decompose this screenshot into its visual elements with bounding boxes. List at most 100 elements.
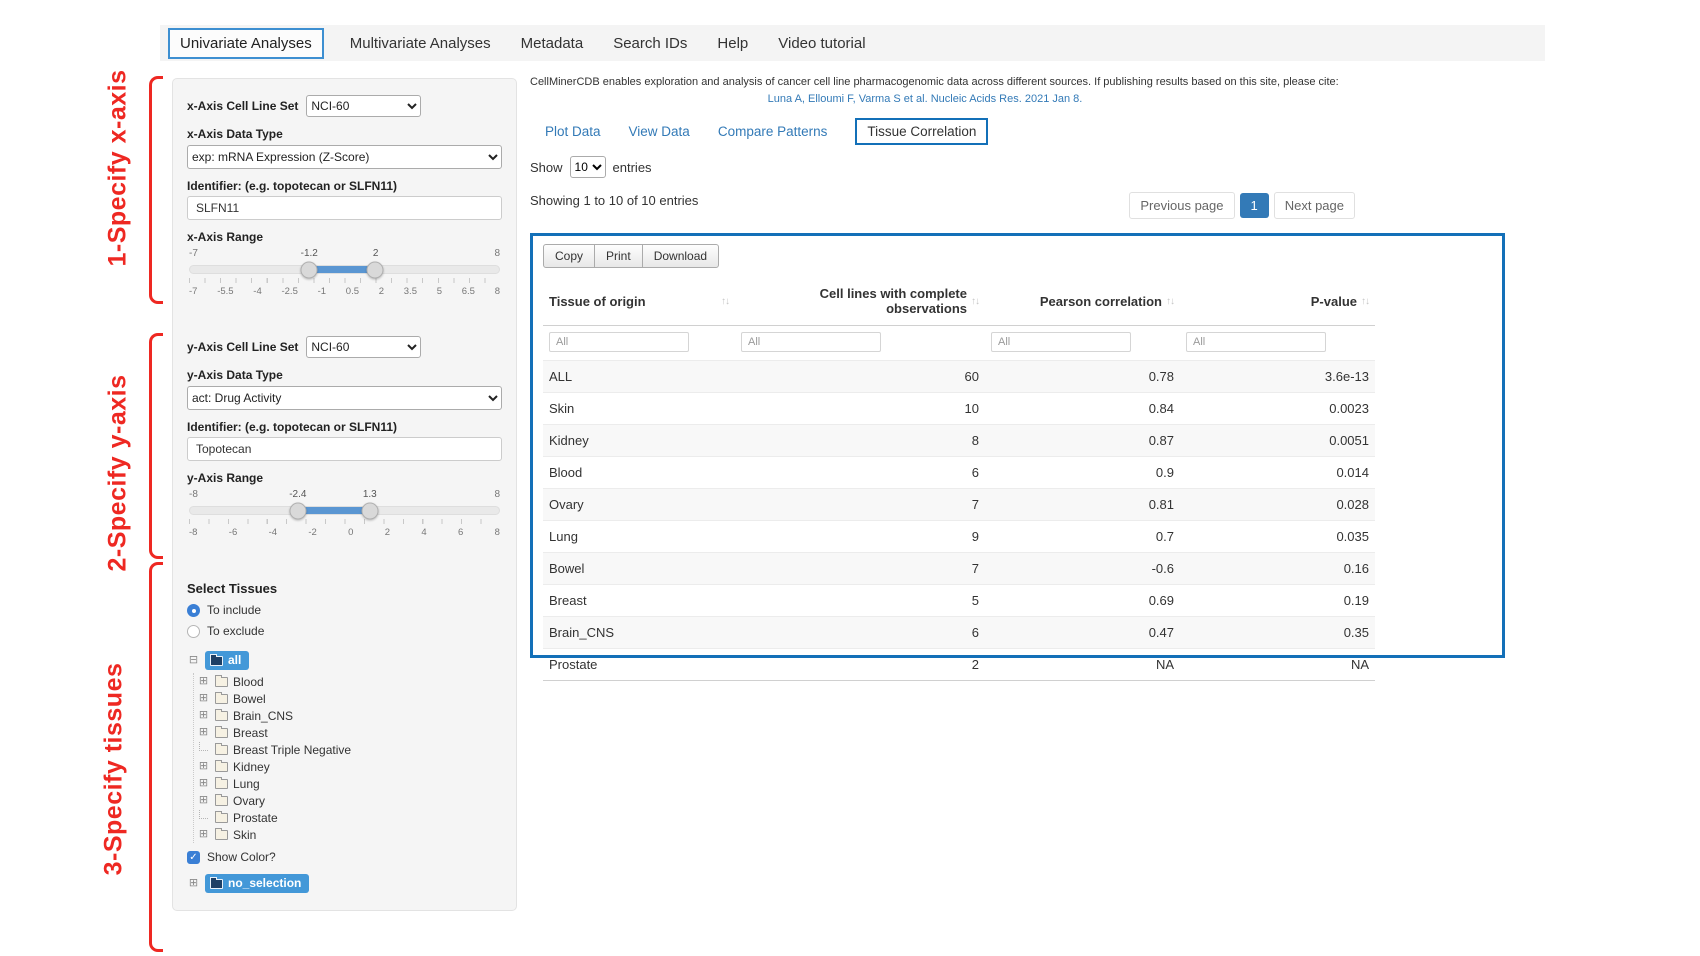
expand-icon[interactable]: ⊞ [197, 709, 210, 722]
nav-tab-metadata[interactable]: Metadata [517, 29, 588, 58]
y-range-slider[interactable]: -8 -2.4 1.3 8 -8-6-4-202468 [189, 489, 500, 553]
show-color-checkbox[interactable]: ✓ Show Color? [187, 850, 502, 864]
column-header-pearson-correlation[interactable]: Pearson correlation↑↓ [985, 277, 1180, 326]
slider-track[interactable] [189, 265, 500, 274]
column-filter-cell-lines-with-complete-observations[interactable] [741, 332, 881, 352]
column-header-tissue-of-origin[interactable]: Tissue of origin↑↓ [543, 277, 735, 326]
table-row-all[interactable]: ALL600.783.6e-13 [543, 361, 1375, 393]
tree-node-breast[interactable]: ⊞Breast [197, 724, 502, 741]
tab-tissue-correlation[interactable]: Tissue Correlation [855, 118, 988, 145]
tree-node-skin[interactable]: ⊞Skin [197, 826, 502, 843]
table-row-ovary[interactable]: Ovary70.810.028 [543, 489, 1375, 521]
y-data-type-select[interactable]: act: Drug Activity [187, 386, 502, 410]
nav-tab-help[interactable]: Help [713, 29, 752, 58]
cell-pearson: -0.6 [985, 553, 1180, 585]
citation-link[interactable]: Luna A, Elloumi F, Varma S et al. Nuclei… [530, 93, 1320, 105]
nav-tab-univariate-analyses[interactable]: Univariate Analyses [168, 28, 324, 59]
expand-icon[interactable]: ⊞ [197, 760, 210, 773]
collapse-icon[interactable]: ⊟ [187, 654, 200, 667]
cell-pearson: NA [985, 649, 1180, 681]
radio-to-include[interactable]: To include [187, 603, 502, 617]
select-tissues-title: Select Tissues [187, 581, 502, 596]
previous-page-button[interactable]: Previous page [1129, 192, 1234, 219]
cell-pearson: 0.84 [985, 393, 1180, 425]
folder-icon [215, 762, 228, 772]
slider-track[interactable] [189, 506, 500, 515]
expand-icon[interactable]: ⊞ [197, 726, 210, 739]
column-filter-tissue-of-origin[interactable] [549, 332, 689, 352]
nav-tab-search-ids[interactable]: Search IDs [609, 29, 691, 58]
expand-icon[interactable]: ⊞ [197, 828, 210, 841]
expand-icon[interactable]: ⊞ [197, 675, 210, 688]
tree-node-label: Prostate [233, 811, 278, 825]
table-row-kidney[interactable]: Kidney80.870.0051 [543, 425, 1375, 457]
slider-to-label: 1.3 [363, 489, 377, 500]
tree-node-lung[interactable]: ⊞Lung [197, 775, 502, 792]
next-page-button[interactable]: Next page [1274, 192, 1355, 219]
entries-count-select[interactable]: 10 [570, 156, 606, 178]
table-row-brain-cns[interactable]: Brain_CNS60.470.35 [543, 617, 1375, 649]
expand-icon[interactable]: ⊞ [187, 877, 200, 890]
table-row-skin[interactable]: Skin100.840.0023 [543, 393, 1375, 425]
tree-node-bowel[interactable]: ⊞Bowel [197, 690, 502, 707]
tick-label: 2 [379, 286, 384, 297]
sort-icon[interactable]: ↑↓ [721, 296, 729, 307]
x-identifier-input[interactable] [187, 196, 502, 220]
column-filter-p-value[interactable] [1186, 332, 1326, 352]
cell-p_value: 0.0023 [1180, 393, 1375, 425]
tree-node-no-selection[interactable]: ⊞ no_selection [187, 873, 502, 894]
sort-icon[interactable]: ↑↓ [971, 296, 979, 307]
folder-icon [210, 656, 223, 666]
y-identifier-label: Identifier: (e.g. topotecan or SLFN11) [187, 420, 502, 434]
column-filter-pearson-correlation[interactable] [991, 332, 1131, 352]
x-data-type-select[interactable]: exp: mRNA Expression (Z-Score) [187, 145, 502, 169]
radio-to-exclude[interactable]: To exclude [187, 624, 502, 638]
tick-label: 0.5 [346, 286, 359, 297]
tissue-tree: ⊟ all ⊞Blood⊞Bowel⊞Brain_CNS⊞BreastBreas… [187, 650, 502, 843]
table-row-blood[interactable]: Blood60.90.014 [543, 457, 1375, 489]
tick-label: -4 [253, 286, 261, 297]
table-row-breast[interactable]: Breast50.690.19 [543, 585, 1375, 617]
tree-node-blood[interactable]: ⊞Blood [197, 673, 502, 690]
download-button[interactable]: Download [642, 244, 719, 268]
cell-cell_lines: 9 [735, 521, 985, 553]
expand-icon[interactable]: ⊞ [197, 777, 210, 790]
tree-node-ovary[interactable]: ⊞Ovary [197, 792, 502, 809]
tree-node-brain-cns[interactable]: ⊞Brain_CNS [197, 707, 502, 724]
print-button[interactable]: Print [594, 244, 643, 268]
expand-icon[interactable]: ⊞ [197, 794, 210, 807]
tab-plot-data[interactable]: Plot Data [545, 124, 601, 139]
expand-icon[interactable]: ⊞ [197, 692, 210, 705]
sort-icon[interactable]: ↑↓ [1166, 296, 1174, 307]
annotation-bracket-2 [149, 333, 163, 559]
slider-handle-to[interactable] [361, 502, 378, 519]
sort-icon[interactable]: ↑↓ [1361, 296, 1369, 307]
tab-compare-patterns[interactable]: Compare Patterns [718, 124, 828, 139]
y-data-type-label: y-Axis Data Type [187, 368, 502, 382]
tree-children: ⊞Blood⊞Bowel⊞Brain_CNS⊞BreastBreast Trip… [193, 673, 502, 843]
x-range-slider[interactable]: -7 -1.2 2 8 -7-5.5-4-2.5-10.523.556.58 [189, 248, 500, 312]
table-row-lung[interactable]: Lung90.70.035 [543, 521, 1375, 553]
table-row-prostate[interactable]: Prostate2NANA [543, 649, 1375, 681]
cell-cell_lines: 7 [735, 489, 985, 521]
table-row-bowel[interactable]: Bowel7-0.60.16 [543, 553, 1375, 585]
slider-handle-from[interactable] [290, 502, 307, 519]
tree-node-all[interactable]: ⊟ all [187, 650, 502, 671]
slider-handle-from[interactable] [301, 261, 318, 278]
x-cell-line-set-select[interactable]: NCI-60 [306, 95, 421, 117]
copy-button[interactable]: Copy [543, 244, 595, 268]
cell-pearson: 0.7 [985, 521, 1180, 553]
column-header-cell-lines-with-complete-observations[interactable]: Cell lines with complete observations↑↓ [735, 277, 985, 326]
nav-tab-multivariate-analyses[interactable]: Multivariate Analyses [346, 29, 495, 58]
nav-tab-video-tutorial[interactable]: Video tutorial [774, 29, 869, 58]
y-identifier-input[interactable] [187, 437, 502, 461]
tree-node-kidney[interactable]: ⊞Kidney [197, 758, 502, 775]
tree-node-prostate[interactable]: Prostate [197, 809, 502, 826]
tree-node-breast-triple-negative[interactable]: Breast Triple Negative [197, 741, 502, 758]
page-1-button[interactable]: 1 [1240, 193, 1269, 218]
slider-selected-range [298, 507, 369, 514]
slider-handle-to[interactable] [367, 261, 384, 278]
tab-view-data[interactable]: View Data [629, 124, 690, 139]
column-header-p-value[interactable]: P-value↑↓ [1180, 277, 1375, 326]
y-cell-line-set-select[interactable]: NCI-60 [306, 336, 421, 358]
